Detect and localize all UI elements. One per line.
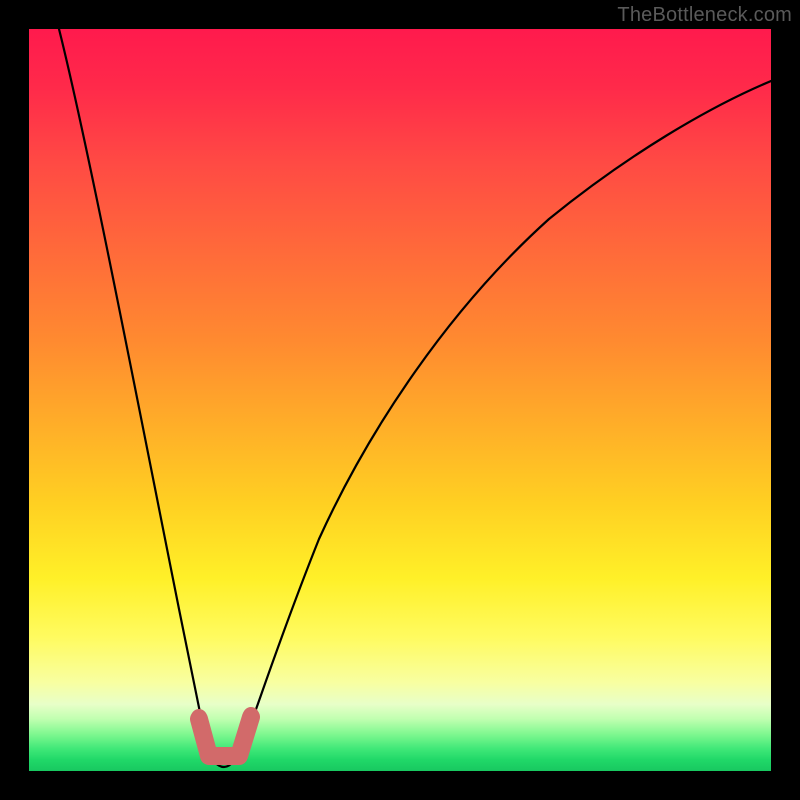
bottleneck-curve-path — [59, 29, 771, 767]
near-optimal-marker — [199, 717, 251, 756]
bottleneck-chart-svg — [29, 29, 771, 771]
near-optimal-dot-left — [191, 709, 207, 725]
watermark-text: TheBottleneck.com — [617, 4, 792, 27]
near-optimal-dot-right — [243, 707, 259, 723]
chart-plot-area — [29, 29, 771, 771]
